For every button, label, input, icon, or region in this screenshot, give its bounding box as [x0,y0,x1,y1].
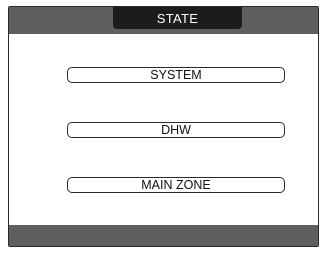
footer-bar [9,225,318,246]
device-screen: STATE SYSTEM DHW MAIN ZONE [8,6,319,247]
header-bar: STATE [9,7,318,34]
main-zone-button[interactable]: MAIN ZONE [67,177,285,193]
system-button[interactable]: SYSTEM [67,67,285,83]
screen-title: STATE [113,7,242,29]
dhw-button[interactable]: DHW [67,122,285,138]
